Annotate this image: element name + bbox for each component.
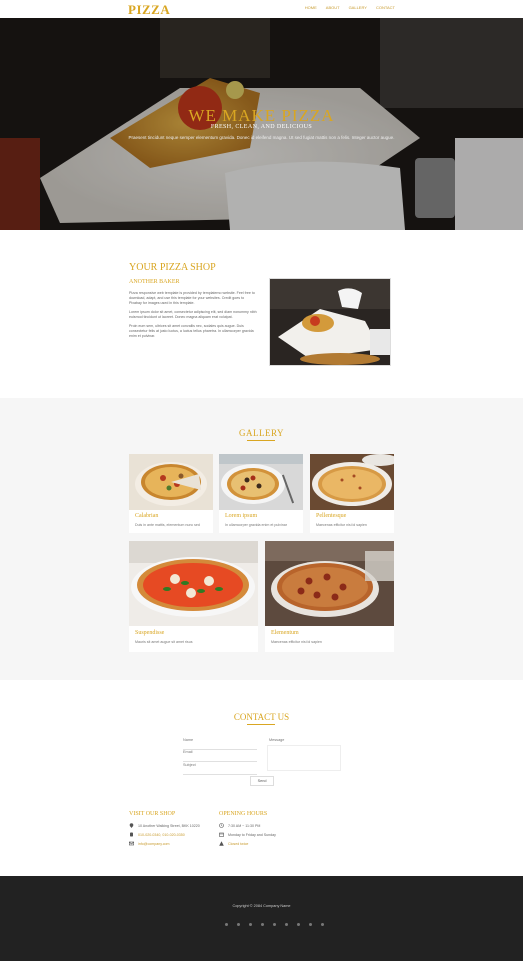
hours-time-row: 7:30 AM ~ 11:30 PM [219,823,260,828]
gallery-item-name: Elementum [271,630,299,636]
google-plus-icon[interactable] [261,923,264,926]
hours-days-text: Monday to Friday and Sunday [228,832,276,837]
gallery-image [219,454,303,510]
rss-icon[interactable] [309,923,312,926]
gallery-card[interactable]: Suspendisse Mauris sit amet augue sit am… [129,541,258,652]
gallery-image [265,541,394,626]
gallery-card[interactable]: Elementum Maecenas efficitur nisi id sap… [265,541,394,652]
gallery-item-desc: In ullamcorper gravida enim et pulvinar [225,523,287,527]
hero-description: Praesent tincidunt neque semper elementu… [128,135,395,140]
email-field[interactable] [183,752,257,762]
address-row: 10 Another Walking Street, BKK 10220 [129,823,200,828]
top-navbar: PIZZA HOME ABOUT GALLERY CONTACT [0,0,523,19]
gallery-image [310,454,394,510]
gallery-image [129,454,213,510]
gallery-card[interactable]: Calabrian Duis in ante mattis, elementum… [129,454,213,533]
gallery-card[interactable]: Pellentesque Maecenas efficitur nisi id … [310,454,394,533]
page-footer: Copyright © 2084 Company Name [0,876,523,961]
about-text: Pizza responsive web template is provide… [129,291,257,343]
gallery-item-name: Calabrian [135,513,159,519]
about-paragraph: Lorem ipsum dolor sit amet, consectetur … [129,310,257,319]
site-logo[interactable]: PIZZA [128,2,170,18]
contact-title-divider [247,724,275,725]
subject-field[interactable] [183,765,257,775]
about-paragraph: Proin eum sem, ultrices sit amet convall… [129,324,254,338]
gallery-title: GALLERY [239,428,284,438]
gallery-item-name: Suspendisse [135,630,165,636]
hours-days-row: Monday to Friday and Sunday [219,832,276,837]
opening-hours-title: OPENING HOURS [219,811,268,817]
about-title: YOUR PIZZA SHOP [129,262,216,273]
instagram-icon[interactable] [285,923,288,926]
twitter-icon[interactable] [237,923,240,926]
social-links [225,923,324,926]
calendar-icon [219,832,224,837]
send-button[interactable]: Send [250,776,274,786]
nav-links: HOME ABOUT GALLERY CONTACT [305,5,395,10]
message-label: Message [269,738,285,742]
linkedin-icon[interactable] [249,923,252,926]
hero-banner: WE MAKE PIZZA FRESH, CLEAN, AND DELICIOU… [0,18,523,230]
hours-time-text: 7:30 AM ~ 11:30 PM [228,823,261,828]
nav-link-home[interactable]: HOME [305,5,317,10]
about-pizza-image [269,278,391,366]
nav-link-about[interactable]: ABOUT [326,5,340,10]
email-share-icon[interactable] [321,923,324,926]
gallery-item-name: Pellentesque [316,513,347,519]
hero-subtitle: FRESH, CLEAN, AND DELICIOUS [210,124,313,130]
clock-icon [219,823,224,828]
phone-icon [130,832,133,837]
map-marker-icon [129,823,134,828]
gallery-card[interactable]: Lorem ipsum In ullamcorper gravida enim … [219,454,303,533]
about-subtitle: ANOTHER BAKER [129,279,180,285]
about-paragraph: Pizza responsive web template is provide… [129,291,255,305]
gallery-title-divider [247,440,275,441]
youtube-icon[interactable] [273,923,276,926]
gallery-image [129,541,258,626]
gallery-item-desc: Duis in ante mattis, elementum nunc sed [135,523,200,527]
phone-row: 010-020-0340, 010-020-0350 [129,832,185,837]
email-text[interactable]: info@company.com [138,842,170,846]
gallery-item-name: Lorem ipsum [225,513,258,519]
warning-icon [219,841,224,846]
message-textarea[interactable] [267,745,341,771]
envelope-icon [129,841,134,846]
email-row: info@company.com [129,841,170,846]
hero-title: WE MAKE PIZZA [188,106,335,125]
gallery-item-desc: Maecenas efficitur nisi id sapien [271,640,322,644]
phone-text[interactable]: 010-020-0340, 010-020-0350 [138,833,185,837]
nav-link-gallery[interactable]: GALLERY [349,5,367,10]
contact-title: CONTACT US [233,712,290,722]
visit-shop-title: VISIT OUR SHOP [129,811,176,817]
hours-closed-text: Closed twice [228,841,249,846]
address-text: 10 Another Walking Street, BKK 10220 [138,823,200,828]
about-section: YOUR PIZZA SHOP ANOTHER BAKER Pizza resp… [0,230,523,398]
pinterest-icon[interactable] [297,923,300,926]
gallery-item-desc: Maecenas efficitur nisi id sapien [316,523,367,527]
hours-closed-row: Closed twice [219,841,248,846]
name-field[interactable] [183,740,257,750]
nav-link-contact[interactable]: CONTACT [376,5,395,10]
copyright-text: Copyright © 2084 Company Name [232,904,291,908]
contact-section: CONTACT US Name Email Subject Message Se… [0,680,523,876]
gallery-item-desc: Mauris sit amet augue sit amet risus [135,640,193,644]
gallery-section: GALLERY Calabrian Duis in ante mattis, e… [0,398,523,680]
facebook-icon[interactable] [225,923,228,926]
